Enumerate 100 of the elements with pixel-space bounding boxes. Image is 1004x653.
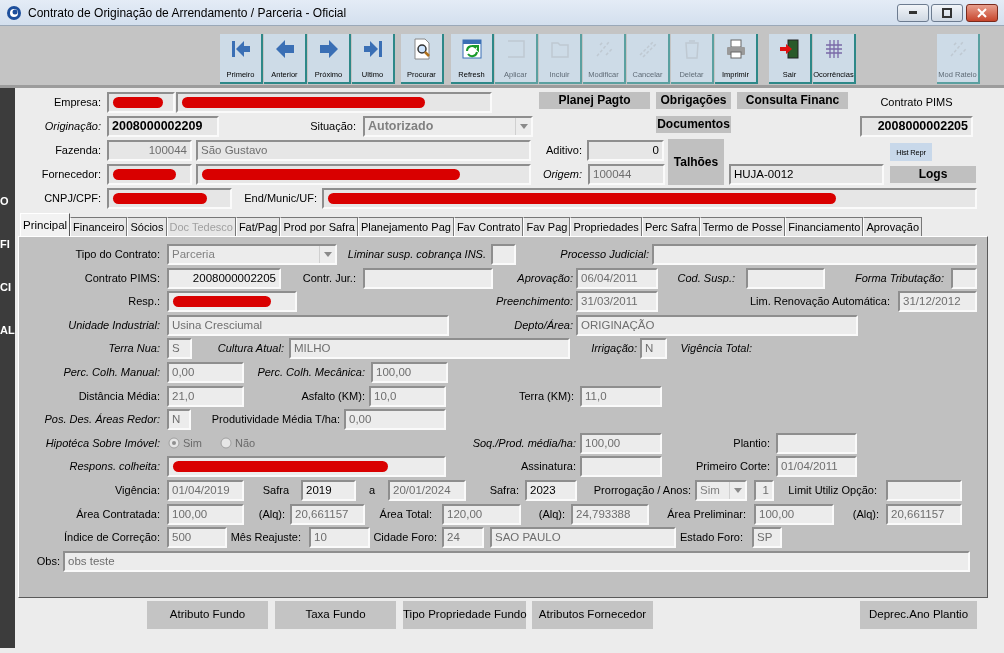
text-field[interactable]: 20,661157 <box>290 503 365 525</box>
text-field[interactable]: 2008000002205 <box>167 267 281 289</box>
field-label: Vigência Total: <box>679 341 752 357</box>
action-button[interactable]: Atributo Fundo <box>147 601 268 629</box>
field-label: Terra Nua: <box>107 341 160 357</box>
text-field[interactable]: 2008000002209 <box>107 116 219 137</box>
text-field[interactable] <box>322 188 977 209</box>
tab[interactable]: Fat/Pag <box>235 217 281 236</box>
text-field[interactable] <box>176 92 492 113</box>
field-label: Resp.: <box>127 294 160 310</box>
text-field[interactable]: S <box>167 338 192 360</box>
text-field[interactable] <box>107 164 192 185</box>
text-field[interactable]: 01/04/2011 <box>776 456 857 478</box>
action-button[interactable]: Consulta Financ <box>737 92 848 109</box>
tab[interactable]: Termo de Posse <box>699 217 786 236</box>
text-field[interactable]: 2023 <box>525 479 577 501</box>
text-field[interactable]: 1 <box>754 479 774 501</box>
text-field[interactable]: obs teste <box>63 550 970 572</box>
action-button[interactable]: Documentos <box>656 116 731 133</box>
field-label: Mês Reajuste: <box>230 530 301 546</box>
field-label: Tipo do Contrato: <box>74 247 160 262</box>
tab[interactable]: Sócios <box>127 217 167 236</box>
text-field[interactable]: 100,00 <box>754 503 834 525</box>
text-field[interactable]: 2019 <box>301 479 356 501</box>
text-field[interactable] <box>107 188 232 209</box>
tab[interactable]: Aprovação <box>863 217 923 236</box>
text-field[interactable]: MILHO <box>289 338 570 360</box>
text-field[interactable] <box>951 267 977 289</box>
text-field[interactable]: 120,00 <box>442 503 521 525</box>
text-field[interactable]: São Gustavo <box>196 140 531 161</box>
action-button[interactable]: Taxa Fundo <box>275 601 396 629</box>
field-label: Originação: <box>43 119 101 134</box>
text-field[interactable]: 21,0 <box>167 385 244 407</box>
text-field[interactable]: 20/01/2024 <box>388 479 466 501</box>
text-field[interactable]: 0 <box>587 140 664 161</box>
text-field[interactable]: HUJA-0012 <box>729 164 884 185</box>
text-field[interactable]: ORIGINAÇÃO <box>576 314 858 336</box>
tab[interactable]: Planejamento Pag <box>357 217 454 236</box>
action-button[interactable]: Logs <box>890 166 976 183</box>
field-label: Fornecedor: <box>40 167 101 182</box>
tab[interactable]: Principal <box>20 213 71 236</box>
tab[interactable]: Fav Contrato <box>453 217 524 236</box>
field-label: Forma Tributação: <box>853 270 944 286</box>
action-button[interactable]: Talhões <box>668 139 724 185</box>
text-field[interactable]: 100,00 <box>167 503 244 525</box>
tab[interactable]: Prod por Safra <box>280 217 358 236</box>
close-button[interactable] <box>966 3 998 22</box>
text-field[interactable]: 500 <box>167 527 227 549</box>
text-field[interactable] <box>886 479 962 501</box>
text-field[interactable]: 20,661157 <box>886 503 962 525</box>
field-label: Contr. Jur.: <box>301 270 356 286</box>
text-field[interactable]: Usina Cresciumal <box>167 314 449 336</box>
action-button[interactable]: Planej Pagto <box>539 92 650 109</box>
text-field[interactable]: 10,0 <box>369 385 446 407</box>
field-label: Safra <box>261 482 289 498</box>
field-label: Terra (KM): <box>518 388 574 404</box>
tab[interactable]: Financiamento <box>785 217 864 236</box>
text-field[interactable] <box>746 267 825 289</box>
text-field[interactable] <box>107 92 175 113</box>
text-field[interactable]: 24,793388 <box>571 503 649 525</box>
text-field[interactable]: 0,00 <box>167 361 244 383</box>
text-field[interactable]: 06/04/2011 <box>576 267 658 289</box>
action-button[interactable]: Tipo Propriedade Fundo <box>403 601 526 629</box>
action-button[interactable]: Obrigações <box>656 92 731 109</box>
tab[interactable]: Financeiro <box>70 217 128 236</box>
tab[interactable]: Propriedades <box>570 217 642 236</box>
text-field[interactable]: SP <box>752 527 782 549</box>
tab[interactable]: Fav Pag <box>523 217 571 236</box>
window-title: Contrato de Originação de Arrendamento / Parceria - Oficial <box>28 4 347 22</box>
text-field[interactable]: SAO PAULO <box>490 527 676 549</box>
maximize-button[interactable] <box>931 3 964 22</box>
text-field[interactable]: N <box>167 409 191 431</box>
text-field[interactable] <box>167 456 446 478</box>
text-field[interactable]: 31/03/2011 <box>576 291 658 313</box>
text-field[interactable]: 11,0 <box>580 385 662 407</box>
text-field[interactable]: 2008000002205 <box>860 116 973 137</box>
minimize-icon <box>908 11 917 14</box>
text-field[interactable]: 100044 <box>107 140 192 161</box>
text-field[interactable]: 0,00 <box>344 409 446 431</box>
text-field[interactable] <box>363 267 493 289</box>
text-field[interactable]: N <box>640 338 667 360</box>
field-label: Fazenda: <box>54 143 101 158</box>
text-field[interactable]: 24 <box>442 527 484 549</box>
text-field[interactable] <box>652 244 977 265</box>
text-field[interactable] <box>167 291 297 313</box>
text-field[interactable] <box>196 164 531 185</box>
text-field[interactable]: 31/12/2012 <box>898 291 977 313</box>
text-field[interactable]: 100,00 <box>580 432 662 454</box>
action-button[interactable]: Atributos Fornecedor <box>532 601 653 629</box>
text-field[interactable]: 01/04/2019 <box>167 479 244 501</box>
text-field[interactable] <box>580 456 662 478</box>
text-field[interactable]: 10 <box>309 527 370 549</box>
field-label: Situação: <box>309 119 356 134</box>
text-field[interactable] <box>776 432 857 454</box>
tab[interactable]: Perc Safra <box>641 217 700 236</box>
action-button[interactable]: Deprec.Ano Plantio <box>860 601 977 629</box>
text-field[interactable]: 100,00 <box>371 361 448 383</box>
minimize-button[interactable] <box>896 3 929 22</box>
text-field[interactable] <box>491 244 516 265</box>
text-field[interactable]: 100044 <box>588 164 665 185</box>
